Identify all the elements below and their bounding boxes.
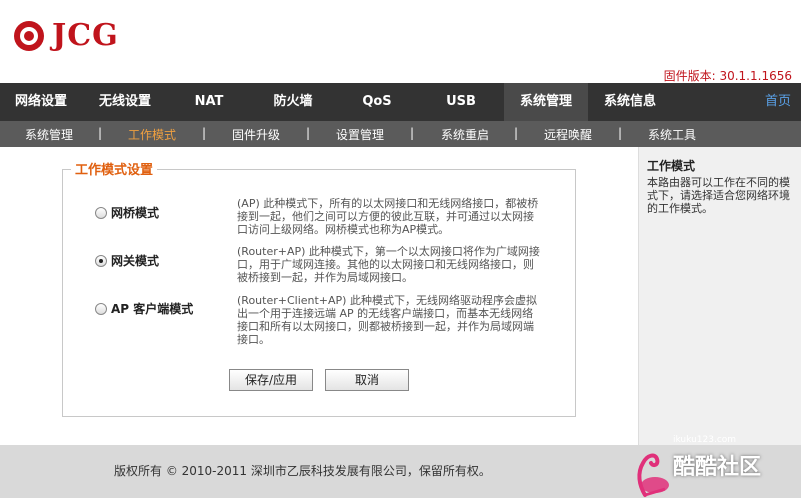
mode-gateway-option[interactable]: 网关模式 [95, 252, 159, 269]
help-text: 本路由器可以工作在不同的模式下，请选择适合您网络环境的工作模式。 [647, 176, 790, 215]
home-link[interactable]: 首页 [765, 83, 791, 121]
brand-logo: JCG [14, 18, 119, 53]
subnav-work-mode[interactable]: 工作模式 [128, 126, 176, 143]
subnav-separator: | [410, 126, 415, 140]
header: JCG 固件版本: 30.1.1.1656 [0, 0, 801, 83]
subnav-firmware-upgrade[interactable]: 固件升级 [232, 126, 280, 143]
nav-nat[interactable]: NAT [168, 83, 250, 121]
mode-bridge-radio[interactable] [95, 206, 107, 219]
main-nav: 网络设置 无线设置 NAT 防火墙 QoS USB 系统管理 系统信息 首页 [0, 83, 801, 121]
mode-ap-client-option[interactable]: AP 客户端模式 [95, 300, 193, 317]
subnav-separator: | [306, 126, 311, 140]
watermark-text: 酷酷社区 [673, 455, 762, 480]
subnav-settings-management[interactable]: 设置管理 [336, 126, 384, 143]
nav-wireless-settings[interactable]: 无线设置 [82, 83, 168, 121]
nav-network-settings[interactable]: 网络设置 [0, 83, 82, 121]
subnav-separator: | [202, 126, 207, 140]
nav-qos[interactable]: QoS [336, 83, 418, 121]
subnav-system-restart[interactable]: 系统重启 [441, 126, 489, 143]
subnav-separator: | [618, 126, 623, 140]
mode-bridge-option[interactable]: 网桥模式 [95, 204, 159, 221]
mode-ap-client-label: AP 客户端模式 [111, 302, 194, 316]
help-panel: 工作模式 本路由器可以工作在不同的模式下，请选择适合您网络环境的工作模式。 [638, 147, 801, 445]
mode-ap-client-radio[interactable] [95, 302, 107, 315]
logo-mark-icon [14, 20, 44, 51]
mode-bridge-label: 网桥模式 [111, 206, 160, 220]
mode-gateway-description: (Router+AP) 此种模式下，第一个以太网接口将作为广域网接口，用于广域网… [237, 245, 540, 284]
nav-usb[interactable]: USB [418, 83, 504, 121]
nav-system-info[interactable]: 系统信息 [588, 83, 672, 121]
copyright-text: 版权所有 © 2010-2011 深圳市乙辰科技发展有限公司，保留所有权。 [114, 464, 491, 478]
nav-firewall[interactable]: 防火墙 [250, 83, 336, 121]
mode-gateway-radio[interactable] [95, 254, 107, 267]
nav-system-management[interactable]: 系统管理 [504, 83, 588, 121]
watermark: ikuku123.com 酷酷社区 [625, 435, 795, 498]
cancel-button[interactable]: 取消 [325, 369, 409, 391]
work-mode-fieldset: 工作模式设置 网桥模式 (AP) 此种模式下，所有的以太网接口和无线网络接口，都… [62, 159, 576, 417]
mode-gateway-label: 网关模式 [111, 254, 160, 268]
logo-text: JCG [52, 18, 119, 53]
footer: 版权所有 © 2010-2011 深圳市乙辰科技发展有限公司，保留所有权。 ik… [0, 435, 801, 498]
help-title: 工作模式 [647, 159, 696, 173]
watermark-site: ikuku123.com [673, 435, 737, 445]
subnav-separator: | [514, 126, 519, 140]
mode-bridge-description: (AP) 此种模式下，所有的以太网接口和无线网络接口，都被桥接到一起，他们之间可… [237, 197, 539, 236]
subnav-system-management[interactable]: 系统管理 [25, 126, 73, 143]
main-content: 工作模式设置 网桥模式 (AP) 此种模式下，所有的以太网接口和无线网络接口，都… [0, 147, 638, 445]
sub-nav: 系统管理 | 工作模式 | 固件升级 | 设置管理 | 系统重启 | 远程唤醒 … [0, 121, 801, 147]
subnav-system-tools[interactable]: 系统工具 [648, 126, 696, 143]
firmware-version: 固件版本: 30.1.1.1656 [663, 69, 792, 83]
subnav-separator: | [98, 126, 103, 140]
save-apply-button[interactable]: 保存/应用 [229, 369, 313, 391]
subnav-wake-on-lan[interactable]: 远程唤醒 [544, 126, 592, 143]
mode-ap-client-description: (Router+Client+AP) 此种模式下，无线网络驱动程序会虚拟出一个用… [237, 294, 537, 346]
fieldset-legend: 工作模式设置 [71, 159, 158, 178]
